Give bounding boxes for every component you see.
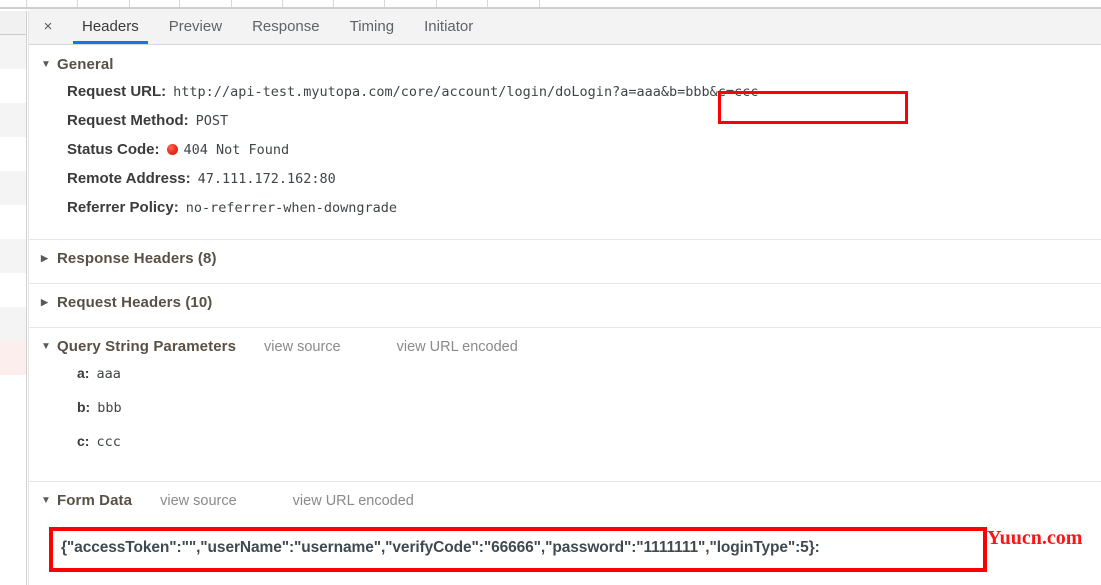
row-request-url: Request URL: http://api-test.myutopa.com… xyxy=(29,83,1101,112)
request-list-row[interactable] xyxy=(0,341,26,375)
remote-address-value: 47.111.172.162:80 xyxy=(197,171,336,187)
form-data-view-links: view source view URL encoded xyxy=(160,493,470,509)
table-header-cell[interactable] xyxy=(385,0,437,7)
chevron-right-icon: ▶ xyxy=(41,253,48,263)
request-list-row[interactable] xyxy=(0,69,26,103)
request-list-row[interactable] xyxy=(0,307,26,341)
request-list-row[interactable] xyxy=(0,273,26,307)
section-query-string-label: Query String Parameters xyxy=(57,338,237,355)
row-remote-address: Remote Address: 47.111.172.162:80 xyxy=(29,170,1101,199)
request-list-row[interactable] xyxy=(0,511,26,545)
request-list-row[interactable] xyxy=(0,409,26,443)
status-error-icon xyxy=(166,144,178,155)
table-header-cell[interactable] xyxy=(78,0,130,7)
referrer-policy-key: Referrer Policy: xyxy=(67,199,179,216)
form-view-source-link[interactable]: view source xyxy=(160,493,237,509)
request-method-value: POST xyxy=(195,113,229,129)
section-form-data[interactable]: ▼ Form Data view source view URL encoded xyxy=(29,482,1101,519)
section-general[interactable]: ▼ General xyxy=(29,45,1101,83)
request-list-row[interactable] xyxy=(0,35,26,69)
status-code-value: 404 Not Found xyxy=(183,142,290,158)
tab-response-label: Response xyxy=(252,18,320,35)
section-request-headers-label: Request Headers (10) xyxy=(57,294,213,311)
query-view-source-link[interactable]: view source xyxy=(264,339,341,355)
tab-timing[interactable]: Timing xyxy=(335,9,409,44)
request-method-key: Request Method: xyxy=(67,112,189,129)
request-list-row[interactable] xyxy=(0,11,26,35)
table-header-cell[interactable] xyxy=(283,0,334,7)
tab-headers-label: Headers xyxy=(82,18,139,35)
devtools-network-panel: × Headers Preview Response Timing Initia… xyxy=(0,0,1101,585)
request-list-row[interactable] xyxy=(0,443,26,477)
row-status-code: Status Code: 404 Not Found xyxy=(29,141,1101,170)
tab-preview[interactable]: Preview xyxy=(154,9,237,44)
tab-preview-label: Preview xyxy=(168,18,223,35)
section-query-string[interactable]: ▼ Query String Parameters view source vi… xyxy=(29,328,1101,365)
section-response-headers-label: Response Headers (8) xyxy=(57,250,217,267)
close-icon[interactable]: × xyxy=(29,9,67,44)
tab-initiator[interactable]: Initiator xyxy=(409,9,488,44)
tab-active-underline xyxy=(73,41,148,44)
row-referrer-policy: Referrer Policy: no-referrer-when-downgr… xyxy=(29,199,1101,228)
request-url-value[interactable]: http://api-test.myutopa.com/core/account… xyxy=(173,84,758,100)
query-param-key: a: xyxy=(77,365,90,381)
query-param-key: c: xyxy=(77,433,90,449)
query-view-url-encoded-link[interactable]: view URL encoded xyxy=(397,339,518,355)
status-code-key: Status Code: xyxy=(67,141,160,158)
headers-content: ▼ General Request URL: http://api-test.m… xyxy=(29,45,1101,585)
section-response-headers[interactable]: ▶ Response Headers (8) xyxy=(29,240,1101,277)
form-data-payload: {"accessToken":"","userName":"username",… xyxy=(61,539,820,556)
remote-address-key: Remote Address: xyxy=(67,170,191,187)
query-param-value: aaa xyxy=(96,366,121,382)
chevron-right-icon: ▶ xyxy=(41,297,48,307)
chevron-down-icon: ▼ xyxy=(41,58,51,70)
watermark: Yuucn.com xyxy=(987,527,1083,549)
request-list-row[interactable] xyxy=(0,171,26,205)
request-url-base: http://api-test.myutopa.com/core/account… xyxy=(173,84,613,100)
table-header-cell-overflow[interactable] xyxy=(540,0,1101,7)
tab-initiator-label: Initiator xyxy=(424,18,474,35)
query-string-view-links: view source view URL encoded xyxy=(264,339,574,355)
table-header-cell[interactable] xyxy=(232,0,283,7)
network-table-header[interactable] xyxy=(0,0,1101,9)
request-list-row[interactable] xyxy=(0,375,26,409)
request-list-row[interactable] xyxy=(0,239,26,273)
request-list-row[interactable] xyxy=(0,545,26,579)
chevron-down-icon: ▼ xyxy=(41,341,51,352)
referrer-policy-value: no-referrer-when-downgrade xyxy=(185,200,398,216)
query-param-row: c: ccc xyxy=(29,433,1101,467)
table-header-cell[interactable] xyxy=(180,0,232,7)
detail-tab-bar: × Headers Preview Response Timing Initia… xyxy=(29,9,1101,45)
tab-response[interactable]: Response xyxy=(237,9,335,44)
network-request-list[interactable] xyxy=(0,11,27,585)
chevron-down-icon: ▼ xyxy=(41,495,51,506)
form-view-url-encoded-link[interactable]: view URL encoded xyxy=(293,493,414,509)
table-header-cell[interactable] xyxy=(130,0,180,7)
table-header-cell[interactable] xyxy=(437,0,488,7)
section-request-headers[interactable]: ▶ Request Headers (10) xyxy=(29,284,1101,321)
query-param-key: b: xyxy=(77,399,91,415)
table-header-cell[interactable] xyxy=(0,0,27,7)
request-list-row[interactable] xyxy=(0,477,26,511)
table-header-cell[interactable] xyxy=(334,0,385,7)
request-list-row[interactable] xyxy=(0,137,26,171)
request-list-row[interactable] xyxy=(0,103,26,137)
query-param-value: bbb xyxy=(97,400,122,416)
tab-headers[interactable]: Headers xyxy=(67,9,154,44)
tab-timing-label: Timing xyxy=(349,18,395,35)
table-header-cell[interactable] xyxy=(488,0,540,7)
request-list-row[interactable] xyxy=(0,205,26,239)
query-param-value: ccc xyxy=(96,434,121,450)
table-header-cell[interactable] xyxy=(27,0,78,7)
query-param-row: b: bbb xyxy=(29,399,1101,433)
query-param-row: a: aaa xyxy=(29,365,1101,399)
section-general-label: General xyxy=(57,55,114,73)
request-url-query: ?a=aaa&b=bbb&c=ccc xyxy=(612,84,759,100)
row-request-method: Request Method: POST xyxy=(29,112,1101,141)
section-form-data-label: Form Data xyxy=(57,492,133,509)
request-detail-pane: × Headers Preview Response Timing Initia… xyxy=(29,9,1101,585)
request-url-key: Request URL: xyxy=(67,83,167,100)
